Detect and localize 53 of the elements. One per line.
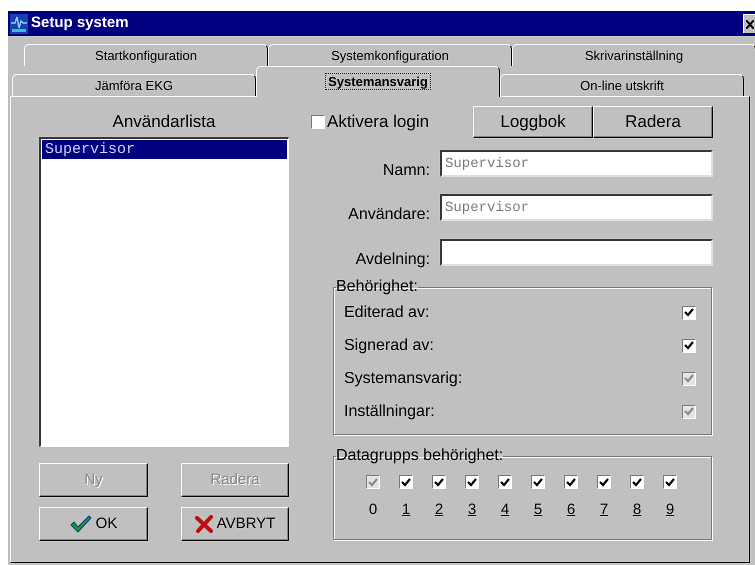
logbook-button[interactable]: Loggbok: [473, 106, 593, 138]
list-title: Användarlista: [111, 111, 216, 133]
ok-button[interactable]: OK: [39, 507, 148, 541]
tab[interactable]: Skrivarinställning: [512, 44, 755, 66]
heartbeat-icon: [10, 14, 28, 34]
group-number: 5: [532, 501, 544, 518]
group-number: 1: [400, 501, 412, 518]
tab[interactable]: Systemansvarig: [256, 66, 500, 97]
permission-label: Signerad av:: [344, 336, 434, 356]
tab[interactable]: Systemkonfiguration: [268, 44, 512, 66]
group-number: 6: [566, 501, 576, 518]
input-field[interactable]: [440, 239, 713, 266]
group-title: Datagrupps behörighet:: [336, 447, 504, 465]
group-number: 7: [598, 501, 610, 518]
permission-label: Inställningar:: [344, 402, 435, 422]
checkbox[interactable]: [630, 475, 644, 489]
checkbox[interactable]: [465, 475, 479, 489]
tab[interactable]: On-line utskrift: [500, 74, 744, 96]
field-label: Användare:: [347, 205, 430, 225]
field-label: Avdelning:: [354, 250, 430, 270]
tab[interactable]: Startkonfiguration: [24, 44, 268, 66]
field-label: Namn:: [382, 161, 430, 181]
cross-icon: [194, 515, 213, 533]
close-icon: [746, 20, 754, 28]
checkbox[interactable]: [682, 306, 696, 320]
checkmark-icon: [70, 515, 92, 533]
group-number: 8: [632, 501, 642, 518]
permission-label: Editerad av:: [344, 302, 430, 322]
permission-label: Systemansvarig:: [344, 368, 462, 388]
checkbox[interactable]: [311, 115, 325, 129]
checkbox[interactable]: [682, 338, 696, 352]
checkbox[interactable]: [432, 475, 446, 489]
checkbox[interactable]: [564, 475, 578, 489]
group-number: 4: [500, 501, 510, 518]
checkbox[interactable]: [597, 475, 611, 489]
checkbox[interactable]: [498, 475, 512, 489]
group-number: 9: [664, 501, 676, 518]
checkbox[interactable]: [399, 475, 413, 489]
group-number: 2: [434, 501, 444, 518]
input-field[interactable]: Supervisor: [440, 150, 713, 177]
checkbox-label: Aktivera login: [327, 111, 430, 134]
group-number: 3: [466, 501, 478, 518]
tab[interactable]: Jämföra EKG: [12, 74, 256, 96]
list-item[interactable]: Supervisor: [42, 140, 287, 159]
close-button[interactable]: [743, 14, 755, 33]
checkbox[interactable]: [663, 475, 677, 489]
delete-button[interactable]: Radera: [593, 106, 713, 138]
group-number: 0: [368, 501, 378, 518]
window-title: Setup system: [31, 13, 130, 34]
group-title: Behörighet:: [336, 278, 418, 296]
checkbox[interactable]: [531, 475, 545, 489]
cancel-button[interactable]: AVBRYT: [181, 507, 289, 541]
input-field[interactable]: Supervisor: [440, 194, 713, 221]
